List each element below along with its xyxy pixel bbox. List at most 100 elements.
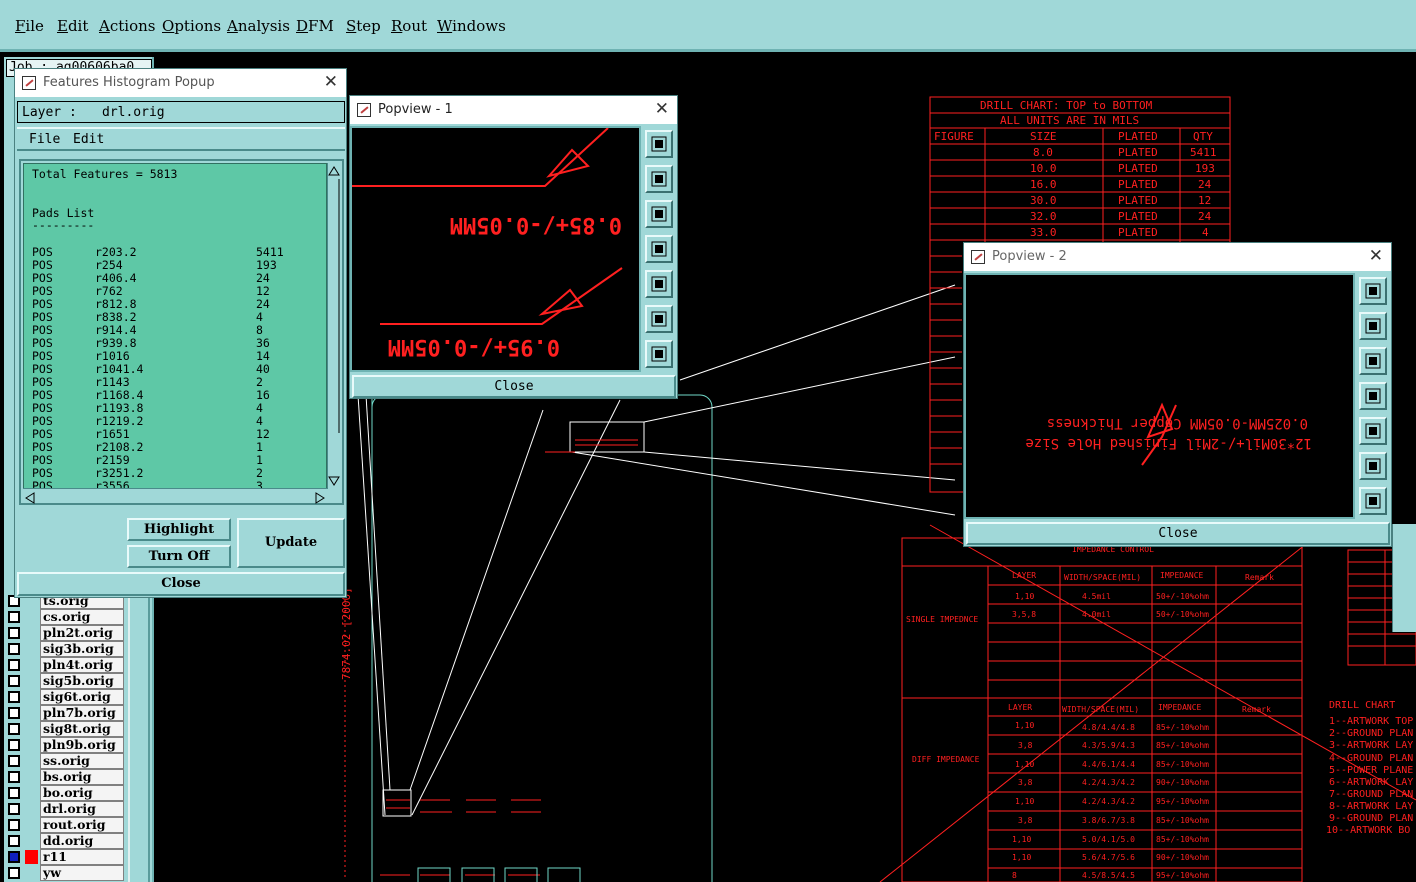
layer-checkbox[interactable] [8,787,20,799]
layer-row[interactable]: pln7b.orig [4,705,124,721]
popview-2-viewport[interactable]: 0.025MM-0.05MM Copper Thickness 12*30Mil… [964,273,1355,519]
update-button[interactable]: Update [237,518,345,568]
pan-down-button[interactable] [645,200,673,228]
layer-name[interactable]: pln4t.orig [40,657,124,673]
pan-left-button[interactable] [645,235,673,263]
layer-color-swatch[interactable] [25,850,38,864]
layer-name[interactable]: bs.orig [40,769,124,785]
pan-right-button[interactable] [645,270,673,298]
layer-scrollbar[interactable] [128,592,150,882]
layer-row[interactable]: dd.orig [4,833,124,849]
layer-row[interactable]: cs.orig [4,609,124,625]
layer-row[interactable]: r11 [4,849,124,865]
close-icon[interactable]: ✕ [324,72,338,92]
histogram-horizontal-scrollbar[interactable] [23,488,328,504]
layer-checkbox[interactable] [8,755,20,767]
layer-row[interactable]: rout.orig [4,817,124,833]
layer-row[interactable]: bo.orig [4,785,124,801]
layer-checkbox[interactable] [8,835,20,847]
layer-checkbox[interactable] [8,707,20,719]
layer-checkbox[interactable] [8,627,20,639]
histogram-close-button[interactable]: Close [17,572,345,596]
zoom-home-button[interactable] [1359,277,1387,305]
layer-checkbox[interactable] [8,771,20,783]
menu-windows[interactable]: Windows [437,17,506,35]
pan-down-button[interactable] [1359,347,1387,375]
layer-checkbox[interactable] [8,723,20,735]
layer-row[interactable]: drl.orig [4,801,124,817]
drill-chart-cell: 30.0 [1030,194,1057,207]
layer-row[interactable]: pln2t.orig [4,625,124,641]
popview-1-close-button[interactable]: Close [352,375,676,398]
close-icon[interactable]: ✕ [1369,246,1383,266]
histogram-menu-file[interactable]: File [29,132,60,147]
impedance-cell: 1,10 [1012,853,1031,862]
layer-checkbox[interactable] [8,851,20,863]
menu-options[interactable]: Options [162,17,221,35]
layer-checkbox[interactable] [8,803,20,815]
layer-name[interactable]: pln7b.orig [40,705,124,721]
layer-checkbox[interactable] [8,675,20,687]
menu-file[interactable]: File [15,17,44,35]
menu-actions[interactable]: Actions [99,17,155,35]
pan-up-button[interactable] [645,165,673,193]
zoom-out-button[interactable] [645,340,673,368]
close-icon[interactable]: ✕ [655,99,669,119]
layer-checkbox[interactable] [8,611,20,623]
menu-analysis[interactable]: Analysis [227,17,290,35]
menu-edit[interactable]: Edit [57,17,88,35]
highlight-button[interactable]: Highlight [127,518,231,541]
layer-name[interactable]: ss.orig [40,753,124,769]
popview-2-close-button[interactable]: Close [966,522,1390,545]
layer-name[interactable]: drl.orig [40,801,124,817]
layer-name[interactable]: rout.orig [40,817,124,833]
layer-row[interactable]: ss.orig [4,753,124,769]
layer-row[interactable]: bs.orig [4,769,124,785]
layer-field: Layer : drl.orig [17,101,345,123]
layer-name[interactable]: sig8t.orig [40,721,124,737]
pan-left-button[interactable] [1359,382,1387,410]
menu-rout[interactable]: Rout [391,17,427,35]
zoom-out-button[interactable] [1359,487,1387,515]
layer-checkbox[interactable] [8,819,20,831]
layer-name[interactable]: bo.orig [40,785,124,801]
layer-row[interactable]: sig5b.orig [4,673,124,689]
layer-checkbox[interactable] [8,643,20,655]
layer-name[interactable]: sig5b.orig [40,673,124,689]
layer-checkbox[interactable] [8,739,20,751]
histogram-menu-edit[interactable]: Edit [73,132,104,147]
layer-checkbox[interactable] [8,691,20,703]
histogram-vertical-scrollbar[interactable] [327,163,341,489]
histogram-titlebar[interactable]: Features Histogram Popup ✕ [15,69,346,97]
menu-step[interactable]: Step [346,17,381,35]
layer-name[interactable]: yw [40,865,124,881]
pan-up-button[interactable] [1359,312,1387,340]
layer-name[interactable]: cs.orig [40,609,124,625]
zoom-in-button[interactable] [645,305,673,333]
turn-off-button[interactable]: Turn Off [127,545,231,568]
popview-1-titlebar[interactable]: Popview - 1 ✕ [350,96,677,124]
layer-row[interactable]: sig3b.orig [4,641,124,657]
layer-name[interactable]: dd.orig [40,833,124,849]
layer-checkbox[interactable] [8,659,20,671]
impedance-diff-label: DIFF IMPEDANCE [912,755,980,764]
menu-dfm[interactable]: DFM [296,17,334,35]
layer-name[interactable]: pln2t.orig [40,625,124,641]
popview-2-titlebar[interactable]: Popview - 2 ✕ [964,243,1391,271]
layer-name[interactable]: sig3b.orig [40,641,124,657]
layer-name[interactable]: sig6t.orig [40,689,124,705]
zoom-in-button[interactable] [1359,452,1387,480]
layer-name[interactable]: r11 [40,849,124,865]
layer-row[interactable]: sig8t.orig [4,721,124,737]
popview-1-viewport[interactable]: 0.85+/-0.05MM 0.95+/-0.05MM [350,126,641,372]
zoom-home-button[interactable] [645,130,673,158]
layer-row[interactable]: sig6t.orig [4,689,124,705]
histogram-text-area[interactable]: Total Features = 5813 Pads List --------… [23,163,327,489]
layer-checkbox[interactable] [8,867,20,879]
layer-row[interactable]: yw [4,865,124,881]
layer-name[interactable]: pln9b.orig [40,737,124,753]
layer-row[interactable]: pln9b.orig [4,737,124,753]
pan-down-icon [651,206,667,222]
pan-right-button[interactable] [1359,417,1387,445]
layer-row[interactable]: pln4t.orig [4,657,124,673]
